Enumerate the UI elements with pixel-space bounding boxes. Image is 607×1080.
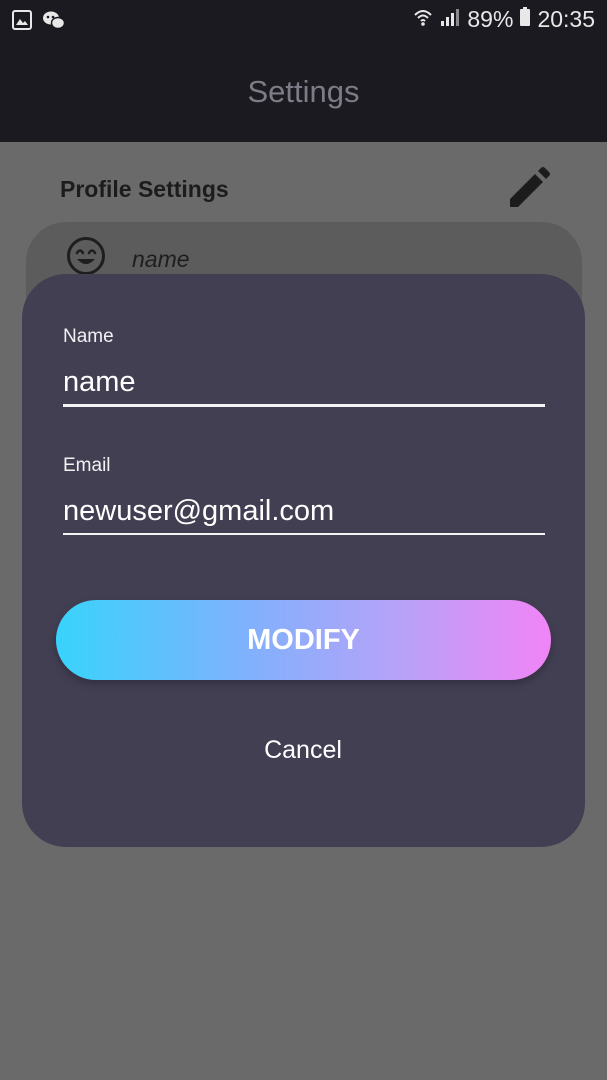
name-input-underline xyxy=(63,404,545,407)
email-input[interactable] xyxy=(63,489,545,533)
battery-icon xyxy=(519,6,531,33)
smiley-icon xyxy=(66,236,106,276)
page-title: Settings xyxy=(247,74,360,109)
cancel-button[interactable]: Cancel xyxy=(203,726,403,774)
edit-profile-button[interactable] xyxy=(505,166,551,212)
pencil-icon xyxy=(505,167,551,216)
name-input[interactable] xyxy=(63,360,545,404)
status-time: 20:35 xyxy=(537,6,595,32)
name-label: Name xyxy=(63,326,114,347)
modify-button[interactable]: MODIFY xyxy=(56,600,551,680)
signal-icon xyxy=(439,6,461,33)
email-label: Email xyxy=(63,455,111,476)
status-right: 89% 20:35 xyxy=(413,6,595,33)
edit-profile-dialog: Name Email MODIFY Cancel xyxy=(22,274,585,847)
profile-settings-title: Profile Settings xyxy=(60,176,229,202)
battery-percent: 89% xyxy=(467,6,514,32)
status-bar: 89% 20:35 xyxy=(0,0,607,42)
gallery-icon xyxy=(12,10,32,35)
app-bar: Settings xyxy=(0,42,607,142)
profile-name: name xyxy=(132,246,190,272)
wifi-icon xyxy=(413,6,433,33)
email-input-underline xyxy=(63,533,545,535)
wechat-icon xyxy=(42,10,66,35)
status-left-icons xyxy=(12,10,66,35)
